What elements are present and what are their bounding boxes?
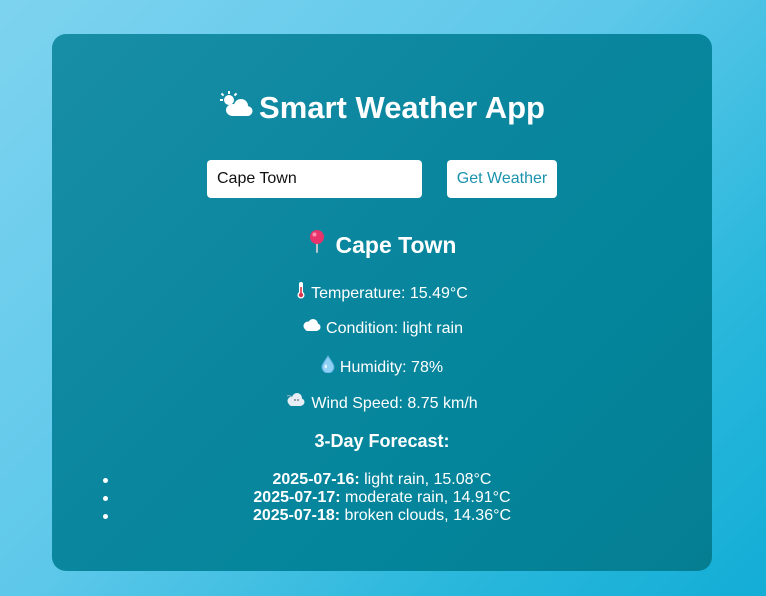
search-bar: Get Weather [207,160,557,198]
city-input[interactable] [207,160,422,198]
city-name: Cape Town [335,232,457,258]
wind-face-icon [286,392,306,414]
droplet-icon [321,355,335,379]
thermometer-icon [296,281,306,305]
forecast-title: 3-Day Forecast: [314,431,450,451]
forecast-date: 2025-07-16: [272,471,360,488]
humidity-row: Humidity: 78% [52,355,712,380]
humidity-label: Humidity: 78% [339,359,444,377]
pin-icon [308,229,326,260]
bullet-icon [103,478,108,483]
condition-row: Condition: light rain [52,319,712,339]
forecast-date: 2025-07-17: [253,489,341,506]
app-title-text: Smart Weather App [259,90,545,125]
wind-speed-label: Wind Speed: 8.75 km/h [311,395,478,413]
condition-label: Condition: light rain [326,320,463,338]
sun-behind-cloud-icon [219,87,253,127]
list-item: 2025-07-17: moderate rain, 14.91°C [52,489,712,507]
list-item: 2025-07-16: light rain, 15.08°C [52,471,712,489]
forecast-desc: broken clouds, 14.36°C [340,507,512,524]
weather-card: Smart Weather App Get Weather Cape Town … [52,34,712,571]
forecast-date: 2025-07-18: [252,507,341,524]
list-item: 2025-07-18: broken clouds, 14.36°C [52,507,712,525]
forecast-desc: light rain, 15.08°C [359,471,492,488]
forecast-desc: moderate rain, 14.91°C [340,489,511,506]
wind-speed-row: Wind Speed: 8.75 km/h [52,393,712,415]
app-title: Smart Weather App [52,88,712,130]
bullet-icon [103,496,108,501]
temperature-row: Temperature: 15.49°C [52,282,712,306]
forecast-list: 2025-07-16: light rain, 15.08°C 2025-07-… [52,471,712,525]
temperature-label: Temperature: 15.49°C [311,285,468,303]
bullet-icon [103,514,108,519]
get-weather-button[interactable]: Get Weather [447,160,557,198]
cloud-icon [301,318,321,338]
location-heading: Cape Town [52,230,712,262]
